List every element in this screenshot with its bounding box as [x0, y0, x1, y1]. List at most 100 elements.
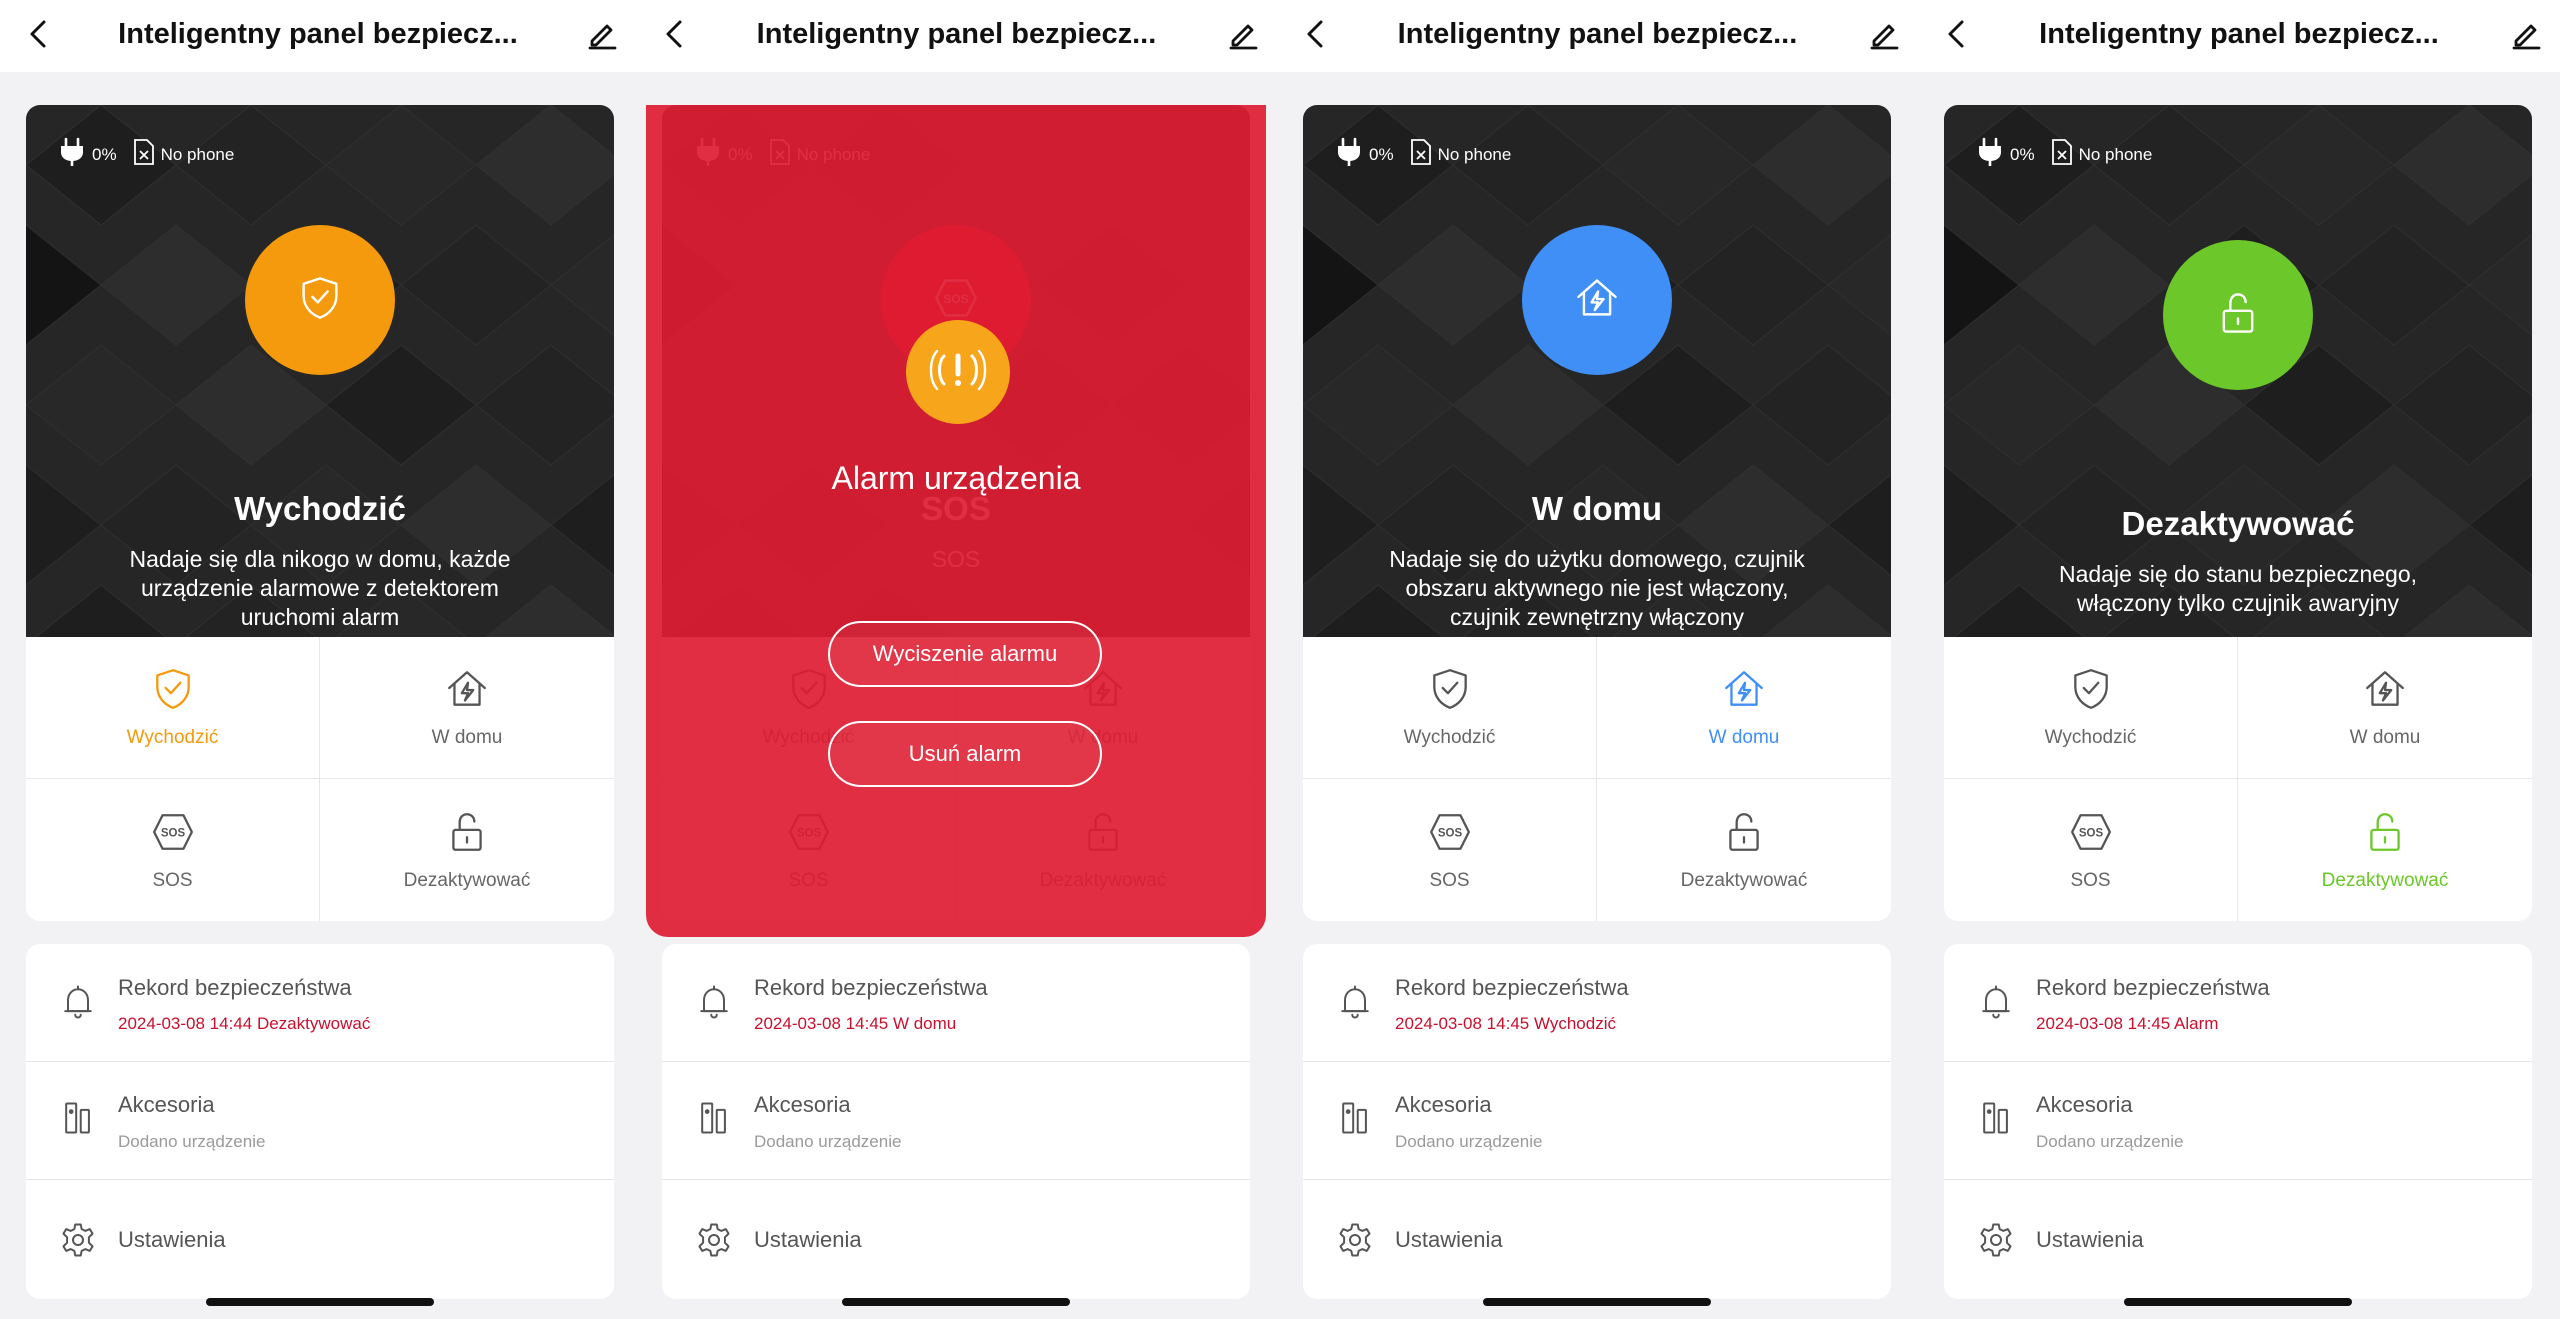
security-record-latest: 2024-03-08 14:44 Dezaktywować: [118, 1014, 371, 1033]
accessories-row[interactable]: Akcesoria Dodano urządzenie: [1303, 1062, 1891, 1180]
accessories-subtitle: Dodano urządzenie: [118, 1132, 266, 1151]
alarm-status-circle: [906, 320, 1010, 424]
app-screens: Inteligentny panel bezpiecz... 0% No pho…: [0, 0, 2560, 1319]
mode-button-label: SOS: [2070, 869, 2111, 891]
mode-button-label: Dezaktywować: [1680, 869, 1808, 891]
device-status: 0% No phone: [1335, 137, 1527, 172]
security-record-row[interactable]: Rekord bezpieczeństwa 2024-03-08 14:45 W…: [1303, 944, 1891, 1062]
mode-button-disarm[interactable]: Dezaktywować: [1597, 779, 1891, 921]
sos-icon: SOS: [150, 809, 196, 860]
gear-icon: [694, 1220, 734, 1260]
home-bolt-icon: [2362, 666, 2408, 717]
edit-button[interactable]: [1223, 16, 1263, 56]
page-title: Inteligentny panel bezpiecz...: [756, 18, 1157, 50]
security-panel-screen-2: Inteligentny panel bezpiecz... 0% No pho…: [636, 0, 1277, 1319]
edit-button[interactable]: [582, 16, 622, 56]
unlock-icon: [2362, 809, 2408, 860]
plug-icon: [1335, 137, 1363, 172]
mode-button-label: W domu: [1708, 727, 1780, 748]
security-record-row[interactable]: Rekord bezpieczeństwa 2024-03-08 14:45 W…: [662, 944, 1250, 1062]
settings-row[interactable]: Ustawienia: [662, 1180, 1250, 1299]
security-record-latest: 2024-03-08 14:45 Alarm: [2036, 1014, 2219, 1033]
settings-list: Rekord bezpieczeństwa 2024-03-08 14:45 A…: [1944, 944, 2532, 1299]
settings-row[interactable]: Ustawienia: [1944, 1180, 2532, 1299]
mode-button-label: W domu: [431, 727, 503, 748]
mode-button-label: SOS: [152, 869, 193, 891]
gear-icon: [1335, 1220, 1375, 1260]
mode-button-away[interactable]: Wychodzić: [1944, 637, 2238, 779]
security-record-title: Rekord bezpieczeństwa: [754, 975, 988, 1000]
mode-button-label: Wychodzić: [1403, 727, 1496, 748]
top-bar: Inteligentny panel bezpiecz...: [636, 0, 1277, 72]
back-icon: [662, 19, 686, 54]
device-status: 0% No phone: [58, 137, 250, 172]
mode-button-label: Wychodzić: [2044, 727, 2137, 748]
home-bolt-icon: [444, 666, 490, 717]
settings-row[interactable]: Ustawienia: [26, 1180, 614, 1299]
security-record-row[interactable]: Rekord bezpieczeństwa 2024-03-08 14:45 A…: [1944, 944, 2532, 1062]
security-record-latest: 2024-03-08 14:45 Wychodzić: [1395, 1014, 1616, 1033]
back-icon: [1303, 19, 1327, 54]
svg-text:SOS: SOS: [160, 827, 185, 839]
security-panel-screen-3: Inteligentny panel bezpiecz... 0% No pho…: [1277, 0, 1918, 1319]
gear-icon: [58, 1220, 98, 1260]
door-sensor-icon: [1976, 1098, 2016, 1138]
security-record-row[interactable]: Rekord bezpieczeństwa 2024-03-08 14:44 D…: [26, 944, 614, 1062]
mode-button-label: Dezaktywować: [403, 869, 531, 891]
mode-button-sos[interactable]: SOS SOS: [26, 779, 320, 921]
edit-button[interactable]: [1864, 16, 1904, 56]
bell-icon: [694, 982, 734, 1022]
accessories-subtitle: Dodano urządzenie: [1395, 1132, 1543, 1151]
no-sim-icon: [2051, 138, 2073, 171]
home-indicator: [206, 1298, 434, 1306]
mode-button-away[interactable]: Wychodzić: [1303, 637, 1597, 779]
edit-button[interactable]: [2506, 16, 2546, 56]
device-status: 0% No phone: [1976, 137, 2168, 172]
security-record-title: Rekord bezpieczeństwa: [2036, 975, 2270, 1000]
home-indicator: [1483, 1298, 1711, 1306]
mode-button-home[interactable]: W domu: [1597, 637, 1891, 779]
settings-title: Ustawienia: [118, 1227, 226, 1252]
mode-button-sos[interactable]: SOS SOS: [1944, 779, 2238, 921]
mode-button-home[interactable]: W domu: [2238, 637, 2532, 779]
no-sim-icon: [133, 138, 155, 171]
mode-description: Nadaje się dla nikogo w domu, każde urzą…: [129, 546, 511, 630]
mode-button-disarm[interactable]: Dezaktywować: [2238, 779, 2532, 921]
bell-icon: [1976, 982, 2016, 1022]
security-record-latest: 2024-03-08 14:45 W domu: [754, 1014, 957, 1033]
mode-button-label: Dezaktywować: [2321, 869, 2449, 891]
mode-button-disarm[interactable]: Dezaktywować: [320, 779, 614, 921]
door-sensor-icon: [1335, 1098, 1375, 1138]
back-button[interactable]: [654, 16, 694, 56]
mode-button-away[interactable]: Wychodzić: [26, 637, 320, 779]
mode-button-grid: Wychodzić W domu SOS SOS Dezaktywować: [26, 637, 614, 921]
mode-status-circle: [245, 225, 395, 375]
shield-check-icon: [1427, 666, 1473, 717]
settings-row[interactable]: Ustawienia: [1303, 1180, 1891, 1299]
security-panel-screen-1: Inteligentny panel bezpiecz... 0% No pho…: [0, 0, 636, 1319]
silence-alarm-button[interactable]: Wyciszenie alarmu: [828, 621, 1102, 687]
mode-button-label: Wychodzić: [126, 727, 219, 748]
mode-button-home[interactable]: W domu: [320, 637, 614, 779]
settings-list: Rekord bezpieczeństwa 2024-03-08 14:44 D…: [26, 944, 614, 1299]
accessories-subtitle: Dodano urządzenie: [754, 1132, 902, 1151]
clear-alarm-button[interactable]: Usuń alarm: [828, 721, 1102, 787]
security-panel-screen-4: Inteligentny panel bezpiecz... 0% No pho…: [1918, 0, 2560, 1319]
mode-button-label: W domu: [2349, 727, 2421, 748]
alarm-siren-icon: [926, 338, 990, 407]
unlock-icon: [444, 809, 490, 860]
back-button[interactable]: [1295, 16, 1335, 56]
door-sensor-icon: [694, 1098, 734, 1138]
accessories-row[interactable]: Akcesoria Dodano urządzenie: [1944, 1062, 2532, 1180]
back-button[interactable]: [18, 16, 58, 56]
sos-icon: SOS: [2068, 809, 2114, 860]
svg-text:SOS: SOS: [1437, 827, 1462, 839]
mode-button-sos[interactable]: SOS SOS: [1303, 779, 1597, 921]
accessories-row[interactable]: Akcesoria Dodano urządzenie: [662, 1062, 1250, 1180]
top-bar: Inteligentny panel bezpiecz...: [1277, 0, 1918, 72]
sos-icon: SOS: [1427, 809, 1473, 860]
mode-title: Wychodzić: [234, 490, 406, 527]
settings-list: Rekord bezpieczeństwa 2024-03-08 14:45 W…: [1303, 944, 1891, 1299]
back-button[interactable]: [1936, 16, 1976, 56]
accessories-row[interactable]: Akcesoria Dodano urządzenie: [26, 1062, 614, 1180]
